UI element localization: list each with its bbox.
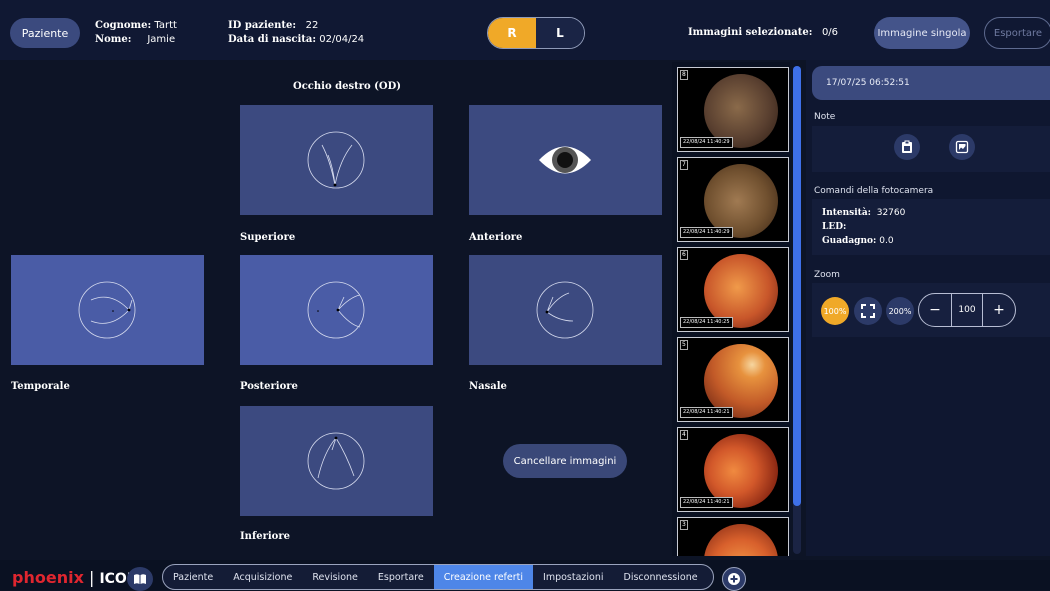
- thumbnail-index: 6: [680, 250, 688, 260]
- thumbnail-timestamp: 22/08/24 11:40:21: [680, 407, 733, 418]
- camera-controls-label: Comandi della fotocamera: [814, 186, 934, 196]
- nav-tab-revisione[interactable]: Revisione: [302, 565, 368, 589]
- book-icon[interactable]: [127, 567, 153, 591]
- datetime-text: 17/07/25 06:52:51: [826, 78, 910, 88]
- thumbnail-index: 7: [680, 160, 688, 170]
- main-navigation: Paziente Acquisizione Revisione Esportar…: [162, 564, 714, 590]
- patient-ids: ID paziente: 22 Data di nascita: 02/04/2…: [228, 19, 364, 47]
- surname-value: Tartt: [154, 20, 177, 31]
- patient-id-label: ID paziente:: [228, 20, 297, 31]
- thumbnail-index: 3: [680, 520, 688, 530]
- thumbnail-timestamp: 22/08/24 11:40:29: [680, 137, 733, 148]
- superior-view[interactable]: [240, 105, 433, 215]
- patient-button[interactable]: Paziente: [10, 18, 80, 48]
- zoom-label: Zoom: [814, 270, 840, 280]
- patient-id-value: 22: [305, 20, 319, 31]
- eye-right-button[interactable]: R: [488, 18, 536, 48]
- export-top-button[interactable]: Esportare: [984, 17, 1050, 49]
- gain-label: Guadagno:: [822, 236, 877, 246]
- add-icon[interactable]: [722, 567, 746, 591]
- temporal-view[interactable]: [11, 255, 204, 365]
- zoom-value-field[interactable]: 100: [951, 294, 983, 326]
- gain-row: Guadagno: 0.0: [822, 236, 894, 246]
- notes-label: Note: [814, 112, 836, 122]
- selected-value: 0/6: [821, 27, 839, 38]
- thumbnail-index: 8: [680, 70, 688, 80]
- nav-tab-impostazioni[interactable]: Impostazioni: [533, 565, 614, 589]
- temporal-label: Temporale: [11, 381, 70, 392]
- thumbnail-5[interactable]: 5 22/08/24 11:40:21: [677, 337, 789, 422]
- gain-value: 0.0: [879, 236, 894, 246]
- single-image-button[interactable]: Immagine singola: [874, 17, 970, 49]
- eye-left-button[interactable]: L: [536, 18, 584, 48]
- thumbnail-timestamp: 22/08/24 11:40:29: [680, 227, 733, 238]
- led-row: LED:: [822, 222, 846, 232]
- thumbnail-timestamp: 22/08/24 11:40:25: [680, 317, 733, 328]
- thumbnail-index: 5: [680, 340, 688, 350]
- capture-datetime[interactable]: 17/07/25 06:52:51: [812, 66, 1050, 100]
- thumbnail-3[interactable]: 3: [677, 517, 789, 556]
- name-value: Jamie: [147, 34, 176, 45]
- selected-images: Immagini selezionate: 0/6: [688, 26, 838, 40]
- inferior-view[interactable]: [240, 406, 433, 516]
- birth-label: Data di nascita:: [228, 34, 317, 45]
- nav-tab-esportare[interactable]: Esportare: [368, 565, 434, 589]
- zoom-minus-button[interactable]: −: [919, 302, 951, 318]
- intensity-label: Intensità:: [822, 208, 871, 218]
- fundus-image: [704, 524, 778, 556]
- gallery-icon[interactable]: [949, 134, 975, 160]
- posterior-label: Posteriore: [240, 381, 298, 392]
- nav-tab-creazione-referti[interactable]: Creazione referti: [433, 565, 534, 589]
- anterior-view[interactable]: [469, 105, 662, 215]
- thumbnail-scrollbar-thumb[interactable]: [793, 66, 801, 506]
- thumbnail-6[interactable]: 6 22/08/24 11:40:25: [677, 247, 789, 332]
- nasal-view[interactable]: [469, 255, 662, 365]
- selected-label: Immagini selezionate:: [688, 27, 813, 38]
- intensity-row: Intensità: 32760: [822, 208, 905, 218]
- nav-tab-disconnessione[interactable]: Disconnessione: [614, 565, 708, 589]
- delete-images-button[interactable]: Cancellare immagini: [503, 444, 627, 478]
- inferior-label: Inferiore: [240, 531, 290, 542]
- thumbnail-index: 4: [680, 430, 688, 440]
- thumbnail-timestamp: 22/08/24 11:40:21: [680, 497, 733, 508]
- zoom-200-button[interactable]: 200%: [886, 297, 914, 325]
- zoom-100-button[interactable]: 100%: [821, 297, 849, 325]
- zoom-plus-button[interactable]: +: [983, 302, 1015, 318]
- surname-label: Cognome:: [95, 20, 152, 31]
- birth-value: 02/04/24: [319, 34, 365, 45]
- nasal-label: Nasale: [469, 381, 507, 392]
- led-label: LED:: [822, 222, 847, 232]
- eye-toggle: R L: [487, 17, 585, 49]
- superior-label: Superiore: [240, 232, 296, 243]
- patient-names: Cognome: Tartt Nome: Jamie: [95, 19, 177, 47]
- phoenix-icon-logo: phoenix | ICON: [12, 568, 139, 587]
- fullscreen-icon[interactable]: [854, 297, 882, 325]
- thumbnail-7[interactable]: 7 22/08/24 11:40:29: [677, 157, 789, 242]
- intensity-value: 32760: [876, 208, 906, 218]
- thumbnail-strip[interactable]: 8 22/08/24 11:40:29 7 22/08/24 11:40:29 …: [672, 62, 790, 556]
- thumbnail-4[interactable]: 4 22/08/24 11:40:21: [677, 427, 789, 512]
- nav-tab-paziente[interactable]: Paziente: [163, 565, 223, 589]
- anterior-label: Anteriore: [469, 232, 523, 243]
- eye-title: Occhio destro (OD): [293, 81, 401, 92]
- zoom-stepper[interactable]: − 100 +: [918, 293, 1016, 327]
- name-label: Nome:: [95, 34, 132, 45]
- posterior-view[interactable]: [240, 255, 433, 365]
- thumbnail-8[interactable]: 8 22/08/24 11:40:29: [677, 67, 789, 152]
- nav-tab-acquisizione[interactable]: Acquisizione: [223, 565, 302, 589]
- notes-area[interactable]: [812, 126, 1050, 172]
- clipboard-icon[interactable]: [894, 134, 920, 160]
